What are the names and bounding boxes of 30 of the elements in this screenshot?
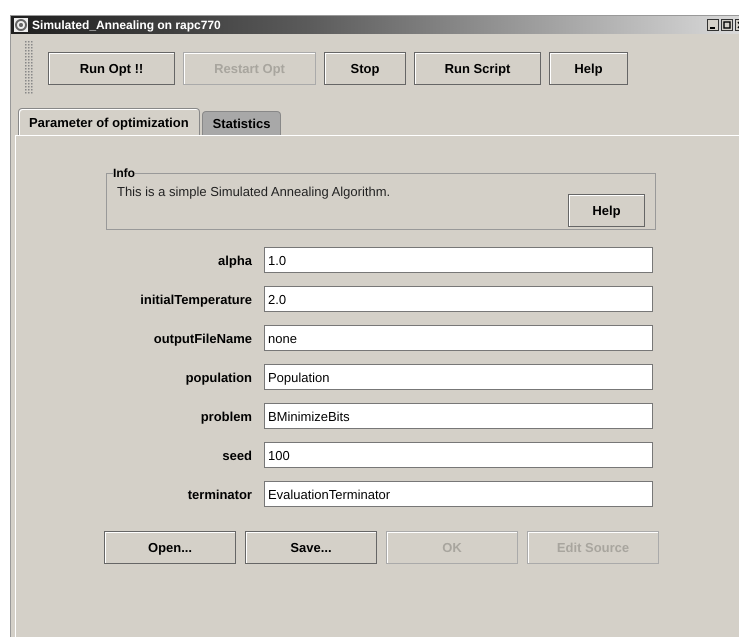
window-title: Simulated_Annealing on rapc770 [32,18,222,32]
tab[interactable]: Statistics [202,111,282,135]
toolbar-button[interactable]: Stop [324,52,406,84]
help-button[interactable]: Help [568,194,645,227]
input-field[interactable]: 1.0 [264,247,653,273]
maximize-icon[interactable] [721,19,733,31]
input-field[interactable]: none [264,325,653,351]
input-field[interactable]: 2.0 [264,286,653,312]
field-label: alpha [217,252,252,268]
field-label: problem [200,408,252,424]
action-button[interactable]: Save... [245,531,377,564]
toolbar-button[interactable]: Help [549,52,628,84]
tab[interactable]: Parameter of optimization [18,108,200,135]
field-label: terminator [186,486,252,502]
info-text: This is a simple Simulated Annealing Algorithm. [117,184,390,199]
field-label: outputFileName [152,330,252,346]
toolbar-grip-icon[interactable] [25,41,34,95]
field-label: seed [221,448,252,462]
input-field[interactable]: Population [264,364,653,390]
toolbar-button[interactable]: Run Script [414,52,541,84]
app-icon [14,18,28,32]
input-field[interactable]: BMinimizeBits [264,403,653,429]
input-field[interactable]: 100 [264,442,653,468]
action-button[interactable]: Open... [104,531,236,564]
field-label: initialTemperature [139,292,252,306]
minimize-icon[interactable] [707,19,719,31]
toolbar-button[interactable]: Run Opt !! [48,52,175,84]
field-label: population [184,370,252,384]
group-title: Info [113,166,135,180]
input-field[interactable]: EvaluationTerminator [264,481,653,507]
